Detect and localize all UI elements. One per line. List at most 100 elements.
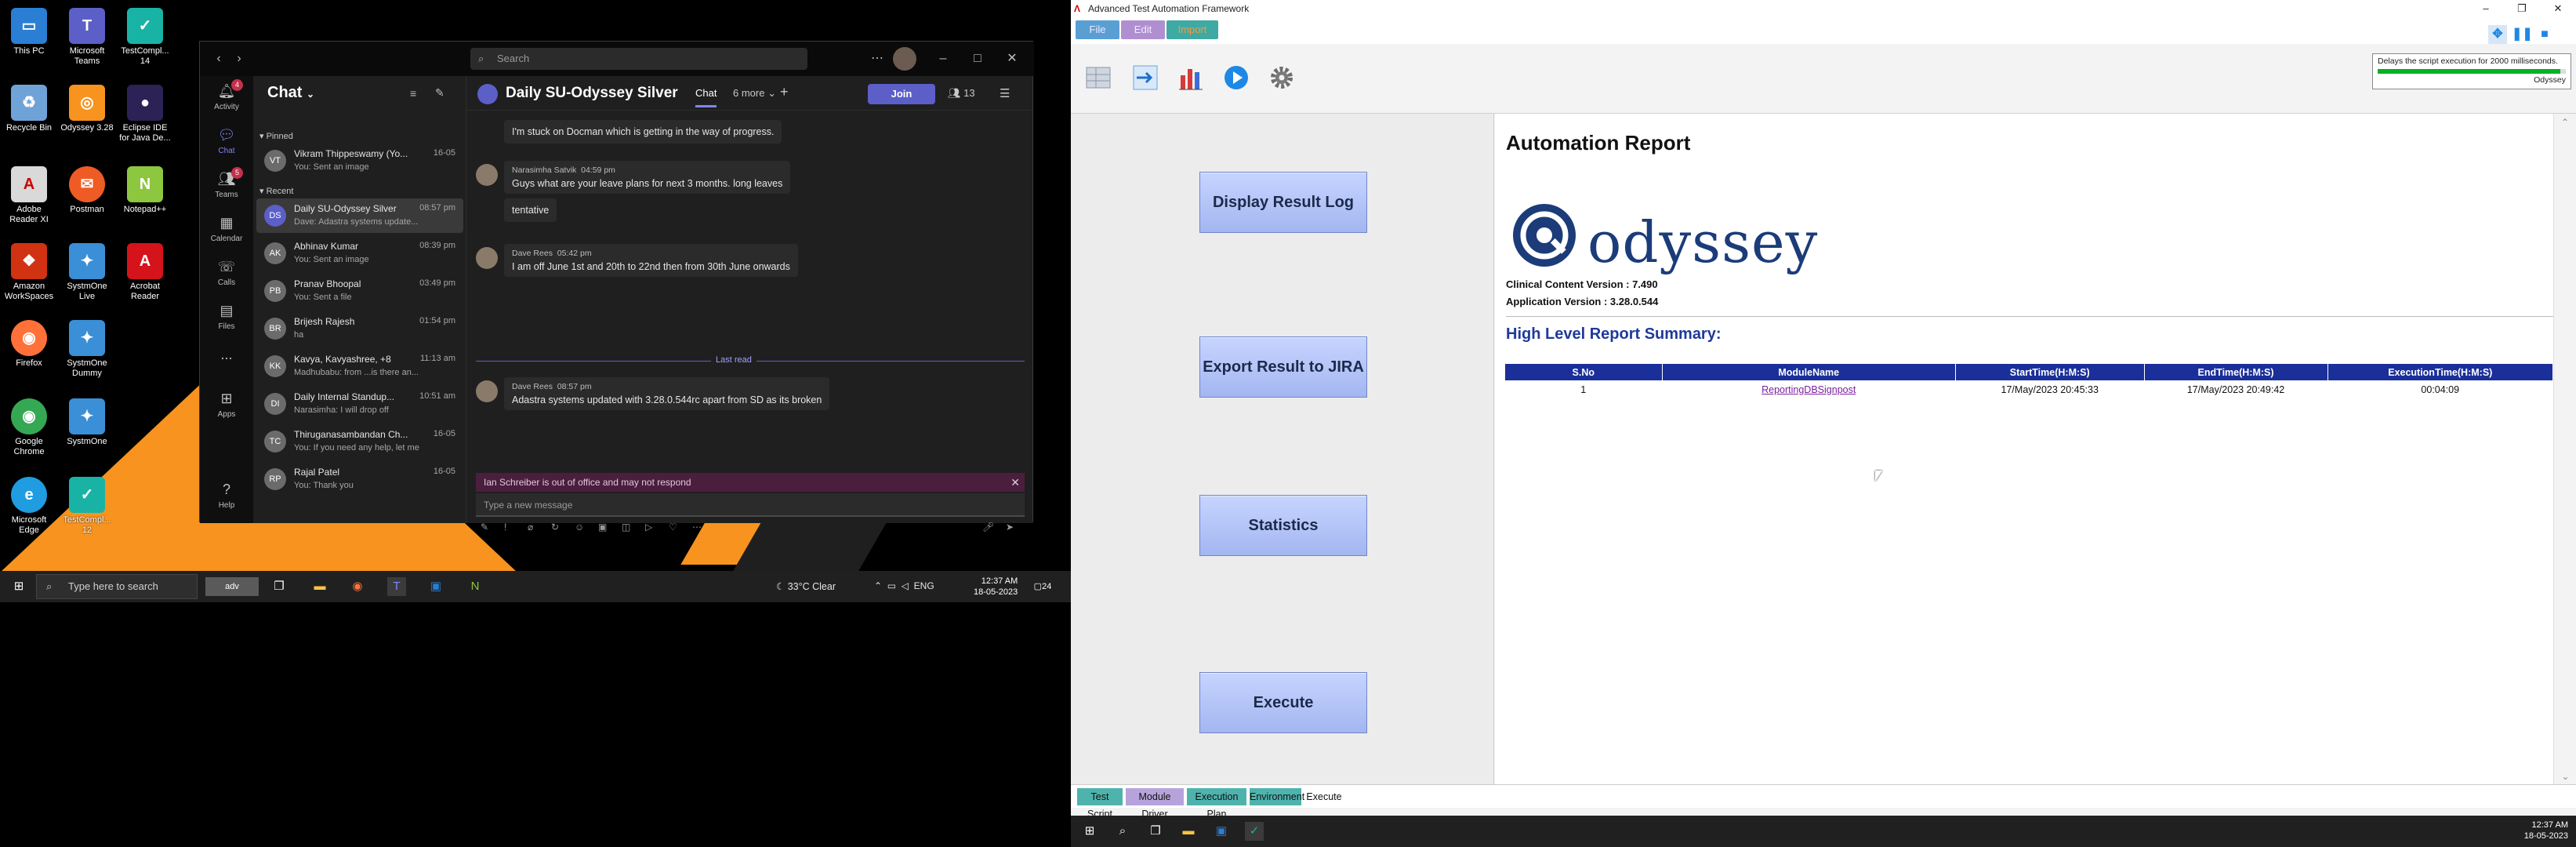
rail-item-calendar[interactable]: ▦ Calendar <box>200 208 253 249</box>
forward-arrow-icon[interactable]: › <box>228 48 250 70</box>
desktop-icon-systmone[interactable]: ✦ SystmOne <box>60 395 114 467</box>
filter-icon[interactable]: ≡ <box>410 87 416 100</box>
join-button[interactable]: Join <box>868 84 935 104</box>
send-icon[interactable]: ➤ <box>1006 522 1014 533</box>
chat-item[interactable]: KK Kavya, Kavyashree, +8 Madhubabu: from… <box>256 349 463 384</box>
avatar[interactable] <box>893 47 916 71</box>
desktop-icon-notepadpp[interactable]: N Notepad++ <box>118 163 172 235</box>
module-link[interactable]: ReportingDBSignpost <box>1761 384 1856 395</box>
important-icon[interactable]: ! <box>504 522 506 533</box>
desktop-icon-postman[interactable]: ✉ Postman <box>60 163 114 235</box>
taskbar-clock[interactable]: 12:37 AM 18-05-2023 <box>974 576 1018 598</box>
list-icon[interactable]: ☰ <box>1000 86 1010 100</box>
desktop-icon-amazon-workspaces[interactable]: ❖ Amazon WorkSpaces <box>2 240 56 312</box>
teams-search-input[interactable]: ⌕ Search <box>470 48 807 70</box>
task-view-icon[interactable]: ❐ <box>270 577 288 596</box>
menu-import[interactable]: Import <box>1166 20 1218 39</box>
desktop-icon-acrobat[interactable]: A Acrobat Reader <box>118 240 172 312</box>
more-options-icon[interactable]: ⋯ <box>692 522 702 533</box>
desktop-icon-odyssey[interactable]: ◎ Odyssey 3.28 <box>60 82 114 154</box>
tool-icon[interactable]: ✥ <box>2488 25 2507 44</box>
tab-more[interactable]: 6 more ⌄ <box>733 87 776 100</box>
taskbar-search-input[interactable]: ⌕ Type here to search <box>36 574 198 599</box>
menu-file[interactable]: File <box>1076 20 1119 39</box>
pinned-section-label[interactable]: ▾ Pinned <box>259 131 293 141</box>
message-bubble[interactable]: tentative <box>504 198 557 222</box>
gif-icon[interactable]: ▣ <box>598 522 607 533</box>
statistics-button[interactable]: Statistics <box>1199 495 1367 556</box>
weather-widget[interactable]: ☾ 33°C Clear <box>776 580 836 592</box>
task-view-icon[interactable]: ❐ <box>1146 822 1165 841</box>
desktop-icon-testcomplete-14[interactable]: ✓ TestCompl... 14 <box>118 5 172 77</box>
format-icon[interactable]: ✎ <box>481 522 488 533</box>
scroll-down-icon[interactable]: ⌄ <box>2554 771 2576 782</box>
rail-item-teams[interactable]: 👥︎ 5 Teams <box>200 164 253 205</box>
report-scrollbar[interactable]: ⌃ ⌄ <box>2553 114 2576 785</box>
rail-item-chat[interactable]: 💬︎ Chat <box>200 120 253 161</box>
chat-item[interactable]: RP Rajal Patel You: Thank you 16-05 <box>256 462 463 496</box>
search-icon[interactable]: ⌕ <box>1113 822 1132 841</box>
minimize-icon[interactable]: – <box>932 48 954 70</box>
close-icon[interactable]: ✕ <box>1001 48 1023 70</box>
add-tab-icon[interactable]: + <box>780 84 789 100</box>
taskbar-clock[interactable]: 12:37 AM 18-05-2023 <box>2513 820 2568 842</box>
close-icon[interactable]: ✕ <box>2540 1 2576 16</box>
gear-icon[interactable] <box>1265 61 1298 94</box>
tab-module-driver[interactable]: Module Driver <box>1126 788 1184 820</box>
message-bubble[interactable]: Narasimha Satvik 04:59 pm Guys what are … <box>504 161 791 194</box>
new-chat-icon[interactable]: ✎ <box>435 86 444 100</box>
export-result-jira-button[interactable]: Export Result to JIRA <box>1199 336 1367 398</box>
desktop-icon-chrome[interactable]: ◉ Google Chrome <box>2 395 56 467</box>
more-options-icon[interactable]: ⋯ <box>866 48 888 70</box>
desktop-icon-testcomplete-12[interactable]: ✓ TestCompl... 12 <box>60 474 114 546</box>
chat-list-title[interactable]: Chat ⌄ <box>267 84 314 102</box>
chat-item-active[interactable]: DS Daily SU-Odyssey Silver Dave: Adastra… <box>256 198 463 233</box>
rail-item-activity[interactable]: 🔔︎ 4 Activity <box>200 76 253 117</box>
desktop-icon-firefox[interactable]: ◉ Firefox <box>2 317 56 389</box>
chat-item[interactable]: VT Vikram Thippeswamy (Yo... You: Sent a… <box>256 144 463 178</box>
compose-input[interactable]: Type a new message <box>476 493 1025 517</box>
notepadpp-icon[interactable]: N <box>466 577 484 596</box>
loop-icon[interactable]: ↻ <box>551 522 559 533</box>
desktop-icon-systmone-dummy[interactable]: ✦ SystmOne Dummy <box>60 317 114 389</box>
schedule-meeting-icon[interactable]: ▷ <box>645 522 652 533</box>
rail-item-calls[interactable]: ☏ Calls <box>200 252 253 293</box>
scroll-up-icon[interactable]: ⌃ <box>2554 117 2576 128</box>
tab-chat[interactable]: Chat <box>695 87 717 107</box>
desktop-icon-edge[interactable]: e Microsoft Edge <box>2 474 56 546</box>
desktop-icon-this-pc[interactable]: ▭ This PC <box>2 5 56 77</box>
back-arrow-icon[interactable]: ‹ <box>208 48 230 70</box>
participants-button[interactable]: 👥︎ 13 <box>948 87 975 100</box>
tab-test-script[interactable]: Test Script <box>1077 788 1123 820</box>
desktop-icon-eclipse[interactable]: ● Eclipse IDE for Java De... <box>118 82 172 154</box>
play-icon[interactable] <box>1220 61 1253 94</box>
chat-item[interactable]: DI Daily Internal Standup... Narasimha: … <box>256 387 463 421</box>
audio-icon[interactable]: 🎤︎ <box>982 522 994 533</box>
tab-execute[interactable]: Execute <box>1304 788 1344 805</box>
firefox-icon[interactable]: ◉ <box>348 577 367 596</box>
message-bubble[interactable]: I'm stuck on Docman which is getting in … <box>504 120 782 144</box>
app-icon[interactable]: ▣ <box>426 577 445 596</box>
conversation-title[interactable]: Daily SU-Odyssey Silver <box>506 85 678 102</box>
menu-edit[interactable]: Edit <box>1121 20 1165 39</box>
praise-icon[interactable]: ♡ <box>669 522 677 533</box>
rail-item-more[interactable]: ... <box>200 340 253 380</box>
display-result-log-button[interactable]: Display Result Log <box>1199 172 1367 233</box>
rail-item-files[interactable]: ▤ Files <box>200 296 253 336</box>
tab-execution-plan[interactable]: Execution Plan <box>1187 788 1246 820</box>
stop-icon[interactable]: ■ <box>2535 25 2554 44</box>
rail-item-apps[interactable]: ⊞ Apps <box>200 384 253 424</box>
recent-section-label[interactable]: ▾ Recent <box>259 186 293 196</box>
advanced-app-icon[interactable]: adv <box>205 577 259 596</box>
execute-button[interactable]: Execute <box>1199 672 1367 733</box>
tab-environment[interactable]: Environment <box>1250 788 1304 805</box>
message-bubble[interactable]: Dave Rees 05:42 pm I am off June 1st and… <box>504 244 798 277</box>
windows-start-icon[interactable]: ⊞ <box>9 577 28 596</box>
bar-chart-icon[interactable] <box>1174 61 1207 94</box>
file-explorer-icon[interactable]: ▬ <box>310 577 329 596</box>
desktop-icon-teams[interactable]: T Microsoft Teams <box>60 5 114 77</box>
close-icon[interactable]: ✕ <box>1010 473 1020 492</box>
rail-item-help[interactable]: ? Help <box>200 474 253 515</box>
app-icon[interactable]: ▣ <box>1212 822 1231 841</box>
pause-icon[interactable]: ❚❚ <box>2512 25 2533 44</box>
